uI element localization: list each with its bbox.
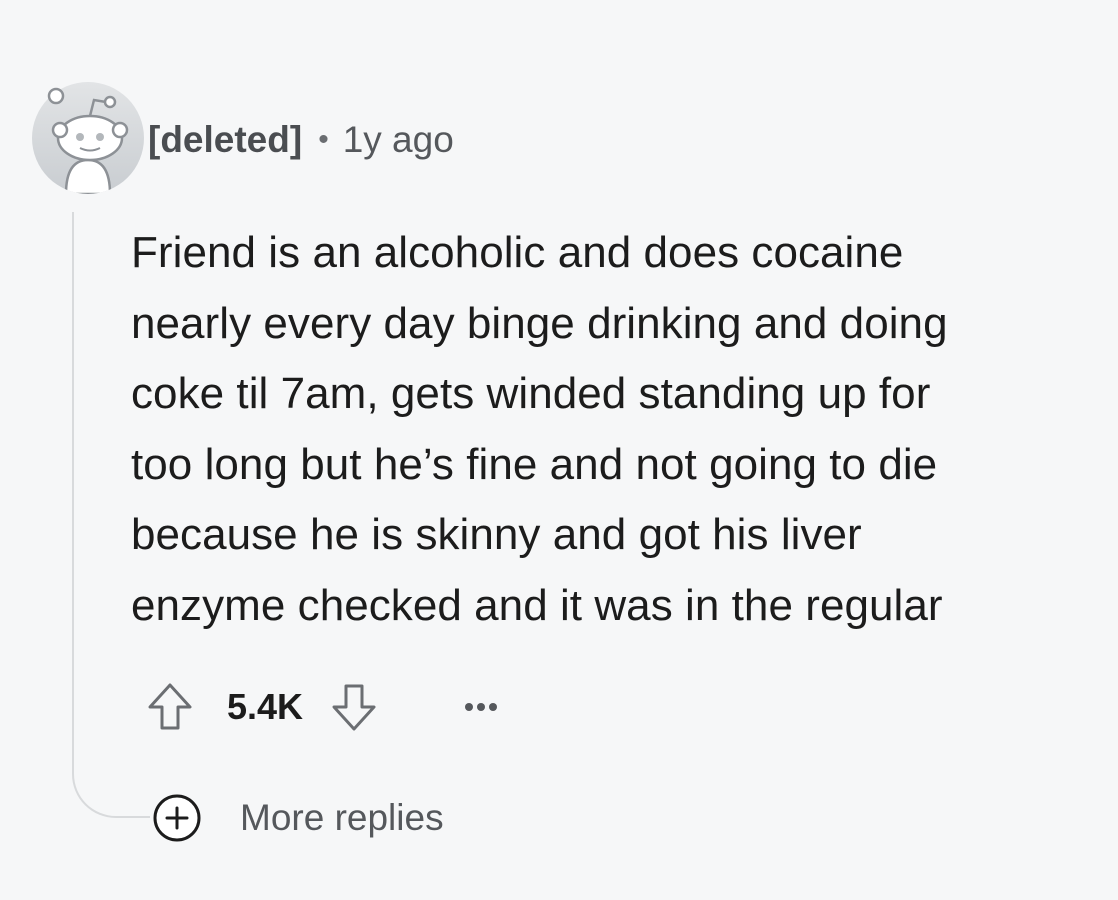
author-name[interactable]: [deleted]: [148, 119, 302, 161]
comment-body-line: Friend is an alcoholic and does cocaine: [131, 228, 904, 277]
comment-body-line: too long but he’s fine and not going to …: [131, 439, 938, 489]
comment-age: 1y ago: [342, 119, 454, 160]
comment-body-line: enzyme checked and it was in the regular: [131, 580, 943, 630]
ellipsis-icon: [465, 703, 498, 711]
avatar[interactable]: [32, 82, 144, 194]
upvote-arrow-icon: [148, 683, 192, 730]
comment-body-line: because he is skinny and got his liver: [131, 510, 862, 559]
comment-body: Friend is an alcoholic and does cocaine …: [131, 218, 1096, 641]
thread-line[interactable]: [72, 212, 74, 772]
reddit-snoo-icon: [32, 82, 144, 194]
vote-score: 5.4K: [227, 686, 304, 727]
more-replies-button[interactable]: More replies: [152, 793, 444, 843]
thread-connector: [72, 760, 150, 818]
meta-separator: •: [318, 123, 329, 156]
comment: [deleted] • 1y ago Friend is an alcoholi…: [0, 0, 1118, 900]
comment-meta: [deleted] • 1y ago: [148, 118, 454, 162]
more-replies-label: More replies: [240, 797, 444, 838]
comment-body-line: nearly every day binge drinking and doin…: [131, 298, 948, 348]
overflow-menu-button[interactable]: [461, 687, 501, 727]
comment-actions: 5.4K: [145, 678, 501, 736]
downvote-button[interactable]: [329, 682, 379, 732]
comment-body-line: coke til 7am, gets winded standing up fo…: [131, 369, 931, 418]
upvote-button[interactable]: [145, 682, 195, 732]
downvote-arrow-icon: [332, 684, 376, 731]
plus-circle-icon: [153, 794, 201, 842]
